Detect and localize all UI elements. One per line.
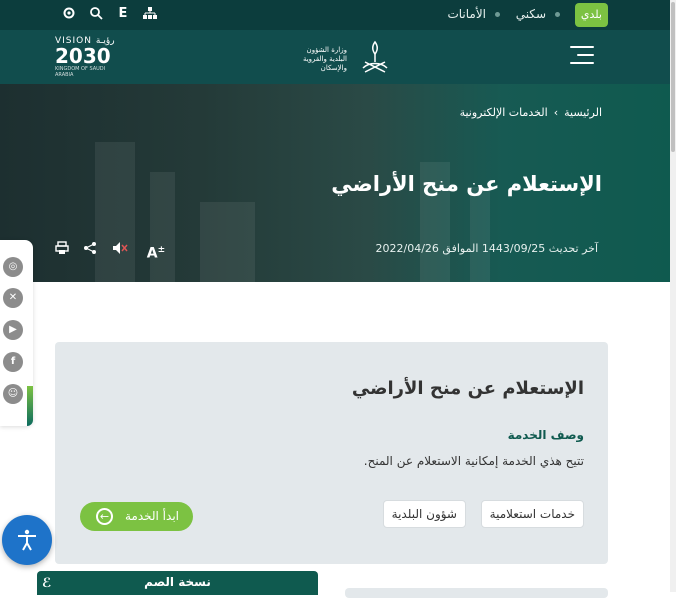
separator-dot: [555, 12, 560, 17]
ministry-name: وزارة الشؤون البلدية والقروية والإسكان: [302, 46, 347, 72]
print-icon[interactable]: [53, 241, 71, 259]
baladi-link[interactable]: بلدي: [574, 3, 608, 27]
share-icon[interactable]: [81, 241, 99, 259]
service-card: الإستعلام عن منح الأراضي وصف الخدمة تتيح…: [55, 342, 608, 564]
city-skyline: [200, 202, 255, 282]
start-service-button[interactable]: ابدأ الخدمة ←: [80, 502, 193, 531]
page-title: الإستعلام عن منح الأراضي: [331, 172, 602, 196]
mute-icon[interactable]: [111, 241, 129, 259]
next-card: [345, 588, 608, 598]
arrow-left-icon: ←: [96, 508, 113, 525]
separator-dot: [495, 12, 500, 17]
font-size-icon[interactable]: A±: [144, 241, 168, 262]
city-skyline: [470, 187, 490, 282]
hero-banner: الرئيسية › الخدمات الإلكترونية الإستعلام ع…: [0, 84, 670, 282]
start-service-label: ابدأ الخدمة: [124, 509, 179, 523]
x-icon[interactable]: ✕: [3, 288, 23, 308]
sakani-link[interactable]: سكني: [516, 7, 546, 21]
search-icon[interactable]: [88, 6, 104, 22]
social-sidebar: ◎ ✕ ▶ f ☺: [0, 240, 33, 426]
accessibility-button[interactable]: [2, 515, 52, 565]
instagram-icon[interactable]: ◎: [3, 257, 23, 277]
last-updated: آخر تحديث 1443/09/25 الموافق 2022/04/26: [375, 242, 598, 255]
top-bar: بلدي سكني الأمانات E: [0, 0, 670, 30]
youtube-icon[interactable]: ▶: [3, 320, 23, 340]
sitemap-icon[interactable]: [142, 6, 158, 22]
sidebar-accent: [27, 386, 33, 426]
ministry-logo[interactable]: وزارة الشؤون البلدية والقروية والإسكان: [290, 38, 395, 78]
scrollbar-thumb[interactable]: [671, 2, 675, 152]
service-description-heading: وصف الخدمة: [507, 428, 584, 442]
snapchat-icon[interactable]: ☺: [3, 384, 23, 404]
breadcrumb-services[interactable]: الخدمات الإلكترونية: [460, 106, 548, 119]
language-toggle[interactable]: E: [115, 6, 131, 22]
tag-inquiry-services[interactable]: خدمات استعلامية: [480, 500, 584, 528]
facebook-icon[interactable]: f: [3, 352, 23, 372]
breadcrumb-home[interactable]: الرئيسية: [564, 106, 602, 119]
tag-municipal-affairs[interactable]: شؤون البلدية: [382, 500, 466, 528]
amanat-link[interactable]: الأمانات: [447, 7, 486, 21]
service-title: الإستعلام عن منح الأراضي: [351, 378, 584, 399]
accessibility-icon: [18, 529, 36, 551]
vision-year: 2030: [55, 44, 111, 68]
deaf-version-tab[interactable]: نسخة الصم ℰ: [37, 571, 318, 595]
vision-2030-logo[interactable]: VISION رؤيـة 2030 KINGDOM OF SAUDI ARABI…: [55, 36, 115, 78]
vision-country: KINGDOM OF SAUDI ARABIA: [55, 66, 106, 78]
site-header: VISION رؤيـة 2030 KINGDOM OF SAUDI ARABI…: [0, 30, 670, 84]
breadcrumb-separator: ›: [553, 106, 559, 119]
city-skyline: [150, 172, 175, 282]
emblem-icon: [362, 40, 388, 73]
settings-icon[interactable]: [61, 6, 77, 22]
menu-icon[interactable]: [570, 46, 594, 66]
service-description: تتيح هذي الخدمة إمكانية الاستعلام عن الم…: [363, 454, 584, 468]
breadcrumb: الرئيسية › الخدمات الإلكترونية: [454, 106, 602, 119]
scrollbar[interactable]: [670, 0, 676, 592]
city-skyline: [95, 142, 135, 282]
deaf-version-label: نسخة الصم: [144, 575, 211, 589]
